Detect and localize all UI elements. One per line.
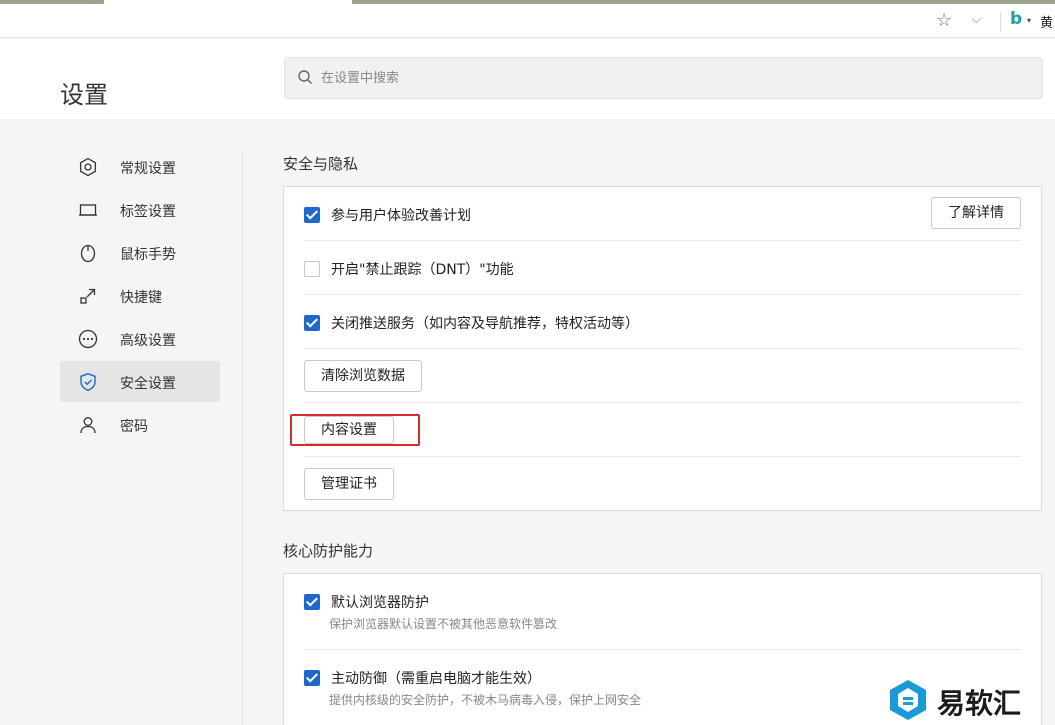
sidebar-item-label: 密码 bbox=[120, 419, 148, 435]
sidebar-item-advanced[interactable]: 高级设置 bbox=[60, 318, 220, 359]
clear-browsing-data-button[interactable]: 清除浏览数据 bbox=[304, 360, 422, 392]
tab-icon bbox=[79, 204, 97, 216]
setting-row-default-browser-protection: 默认浏览器防护 保护浏览器默认设置不被其他恶意软件篡改 bbox=[304, 574, 1021, 650]
sidebar-item-security[interactable]: 安全设置 bbox=[60, 361, 220, 402]
setting-row-dnt: 开启"禁止跟踪（DNT）"功能 bbox=[304, 241, 1021, 295]
sidebar-item-general[interactable]: 常规设置 bbox=[60, 146, 220, 187]
manage-certificates-button[interactable]: 管理证书 bbox=[304, 468, 394, 500]
default-browser-protection-label: 默认浏览器防护 bbox=[331, 595, 429, 611]
toolbar-divider bbox=[1000, 12, 1001, 32]
dnt-label: 开启"禁止跟踪（DNT）"功能 bbox=[331, 262, 514, 278]
setting-row-clear-data: 清除浏览数据 bbox=[304, 349, 1021, 403]
setting-row-certificates: 管理证书 bbox=[304, 457, 1021, 511]
active-defense-desc: 提供内核级的安全防护，不被木马病毒入侵，保护上网安全 bbox=[329, 693, 642, 707]
search-input[interactable] bbox=[321, 58, 1021, 98]
settings-header: 设置 bbox=[0, 39, 1055, 119]
default-browser-protection-desc: 保护浏览器默认设置不被其他恶意软件篡改 bbox=[329, 617, 558, 631]
sidebar-item-label: 安全设置 bbox=[120, 376, 176, 392]
search-box[interactable] bbox=[284, 57, 1043, 99]
gear-icon bbox=[79, 157, 97, 177]
sidebar: 常规设置 标签设置 鼠标手势 快捷键 高级设置 安全设置 密码 bbox=[60, 146, 220, 447]
sidebar-item-label: 标签设置 bbox=[120, 204, 176, 220]
default-browser-protection-checkbox[interactable] bbox=[304, 594, 320, 610]
setting-row-push: 关闭推送服务（如内容及导航推荐，特权活动等） bbox=[304, 295, 1021, 349]
push-checkbox[interactable] bbox=[304, 315, 320, 331]
section-title-core-protection: 核心防护能力 bbox=[283, 542, 374, 560]
sidebar-item-label: 鼠标手势 bbox=[120, 247, 176, 263]
user-name[interactable]: 黄 bbox=[1040, 12, 1053, 31]
search-engine-dropdown-icon[interactable]: ▾ bbox=[1027, 16, 1031, 25]
learn-more-button[interactable]: 了解详情 bbox=[931, 197, 1021, 229]
ux-program-checkbox[interactable] bbox=[304, 207, 320, 223]
sidebar-item-label: 常规设置 bbox=[120, 161, 176, 177]
setting-row-ux-program: 参与用户体验改善计划 了解详情 bbox=[304, 187, 1021, 241]
security-panel: 参与用户体验改善计划 了解详情 开启"禁止跟踪（DNT）"功能 关闭推送服务（如… bbox=[283, 186, 1042, 511]
active-defense-checkbox[interactable] bbox=[304, 670, 320, 686]
shield-icon bbox=[80, 373, 96, 392]
mouse-icon bbox=[80, 244, 96, 263]
bing-icon[interactable]: b bbox=[1010, 9, 1022, 29]
watermark-logo: 易软汇 bbox=[887, 678, 1055, 722]
active-defense-label: 主动防御（需重启电脑才能生效） bbox=[331, 671, 541, 687]
dnt-checkbox[interactable] bbox=[304, 261, 320, 277]
sidebar-item-tabs[interactable]: 标签设置 bbox=[60, 189, 220, 230]
logo-mark-icon bbox=[890, 680, 926, 720]
search-icon bbox=[298, 70, 312, 84]
shortcut-icon bbox=[80, 288, 96, 304]
sidebar-item-password[interactable]: 密码 bbox=[60, 404, 220, 445]
page-title: 设置 bbox=[60, 81, 108, 109]
setting-row-content-settings: 内容设置 bbox=[290, 403, 1021, 457]
sidebar-item-label: 高级设置 bbox=[120, 333, 176, 349]
sidebar-item-shortcuts[interactable]: 快捷键 bbox=[60, 275, 220, 316]
sidebar-divider bbox=[242, 150, 243, 725]
user-icon bbox=[80, 417, 96, 434]
push-label: 关闭推送服务（如内容及导航推荐，特权活动等） bbox=[331, 316, 639, 332]
watermark-text: 易软汇 bbox=[937, 687, 1022, 720]
section-title-security: 安全与隐私 bbox=[283, 155, 359, 173]
sidebar-item-mouse-gestures[interactable]: 鼠标手势 bbox=[60, 232, 220, 273]
content-settings-button[interactable]: 内容设置 bbox=[304, 416, 394, 444]
ux-program-label: 参与用户体验改善计划 bbox=[331, 208, 471, 224]
star-icon[interactable]: ☆ bbox=[936, 10, 952, 31]
browser-toolbar: ☆ ⌵ b ▾ 黄 bbox=[0, 4, 1055, 38]
sidebar-item-label: 快捷键 bbox=[120, 290, 162, 306]
chevron-down-icon[interactable]: ⌵ bbox=[972, 12, 981, 27]
more-icon bbox=[78, 329, 98, 349]
